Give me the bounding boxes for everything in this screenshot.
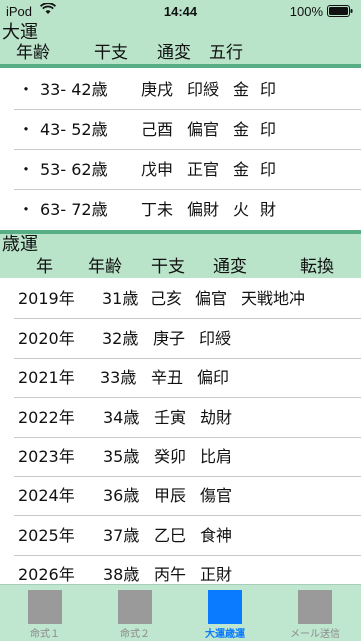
row-bullet: ・ xyxy=(18,160,35,179)
row-year: 2019年 xyxy=(18,289,75,308)
row-year: 2026年 xyxy=(18,565,75,584)
row-tsuhen: 食神 xyxy=(200,526,233,545)
daiun-col-tsuhen: 通変 xyxy=(157,43,191,63)
tab-label: 命式２ xyxy=(120,629,150,640)
saiun-row[interactable]: 2023年 35歳 癸卯 比肩 xyxy=(0,437,361,477)
row-bullet: ・ xyxy=(18,120,35,139)
tab-bar: 命式１ 命式２ 大運歳運 メール送信 xyxy=(0,584,361,641)
row-bullet: ・ xyxy=(18,200,35,219)
row-bullet: ・ xyxy=(18,80,35,99)
row-kanshi: 辛丑 xyxy=(151,368,184,387)
tab-meishiki-1[interactable]: 命式１ xyxy=(0,585,90,641)
saiun-row[interactable]: 2021年 33歳 辛丑 偏印 xyxy=(0,358,361,398)
row-gogyo1: 金 xyxy=(233,80,250,99)
row-gogyo2: 印 xyxy=(260,160,277,179)
row-age: 31歳 xyxy=(102,289,139,308)
row-gogyo2: 印 xyxy=(260,120,277,139)
row-tsuhen: 偏官 xyxy=(195,289,228,308)
mail-send-icon xyxy=(298,590,332,624)
row-age: 33- 42歳 xyxy=(40,80,108,99)
row-age: 53- 62歳 xyxy=(40,160,108,179)
row-kanshi: 癸卯 xyxy=(154,447,187,466)
saiun-col-tenkan: 転換 xyxy=(300,257,334,277)
battery-percent: 100% xyxy=(289,4,323,19)
row-tsuhen: 印綬 xyxy=(199,329,232,348)
row-year: 2020年 xyxy=(18,329,75,348)
row-year: 2023年 xyxy=(18,447,75,466)
daiun-col-kanshi: 干支 xyxy=(94,43,128,63)
row-tenkan: 天戦地冲 xyxy=(241,289,306,308)
saiun-row[interactable]: 2019年 31歳 己亥 偏官 天戦地冲 xyxy=(0,279,361,319)
saiun-col-tsuhen: 通変 xyxy=(213,257,247,277)
row-year: 2024年 xyxy=(18,486,75,505)
row-gogyo2: 財 xyxy=(260,200,277,219)
tab-label: メール送信 xyxy=(290,629,340,640)
row-tsuhen: 正官 xyxy=(187,160,220,179)
row-gogyo1: 金 xyxy=(233,160,250,179)
tab-meishiki-2[interactable]: 命式２ xyxy=(90,585,180,641)
tab-label: 命式１ xyxy=(30,629,60,640)
row-tsuhen: 偏官 xyxy=(187,120,220,139)
row-kanshi: 庚子 xyxy=(153,329,186,348)
row-tsuhen: 印綬 xyxy=(187,80,220,99)
row-kanshi: 壬寅 xyxy=(154,408,187,427)
row-age: 34歳 xyxy=(103,408,140,427)
meishiki-2-icon xyxy=(118,590,152,624)
daiun-row[interactable]: ・ 33- 42歳 庚戌 印綬 金 印 xyxy=(0,70,361,110)
row-kanshi: 己酉 xyxy=(141,120,174,139)
row-age: 43- 52歳 xyxy=(40,120,108,139)
row-kanshi: 庚戌 xyxy=(141,80,174,99)
row-age: 37歳 xyxy=(103,526,140,545)
saiun-col-kanshi: 干支 xyxy=(151,257,185,277)
row-year: 2025年 xyxy=(18,526,75,545)
saiun-row[interactable]: 2025年 37歳 乙巳 食神 xyxy=(0,516,361,556)
saiun-row[interactable]: 2020年 32歳 庚子 印綬 xyxy=(0,319,361,359)
row-kanshi: 乙巳 xyxy=(154,526,187,545)
daiun-saiun-icon xyxy=(208,590,242,624)
row-kanshi: 戊申 xyxy=(141,160,174,179)
daiun-row[interactable]: ・ 43- 52歳 己酉 偏官 金 印 xyxy=(0,110,361,150)
row-gogyo2: 印 xyxy=(260,80,277,99)
row-gogyo1: 火 xyxy=(233,200,250,219)
row-tsuhen: 傷官 xyxy=(200,486,233,505)
daiun-row[interactable]: ・ 63- 72歳 丁未 偏財 火 財 xyxy=(0,190,361,230)
row-tsuhen: 偏印 xyxy=(197,368,230,387)
row-tsuhen: 劫財 xyxy=(200,408,233,427)
battery-icon xyxy=(327,5,353,20)
row-age: 35歳 xyxy=(103,447,140,466)
row-year: 2022年 xyxy=(18,408,75,427)
meishiki-1-icon xyxy=(28,590,62,624)
row-kanshi: 丙午 xyxy=(154,565,187,584)
row-kanshi: 丁未 xyxy=(141,200,174,219)
row-kanshi: 甲辰 xyxy=(154,486,187,505)
daiun-title: 大運 xyxy=(2,22,38,43)
row-age: 38歳 xyxy=(103,565,140,584)
tab-daiun-saiun[interactable]: 大運歳運 xyxy=(180,585,270,641)
saiun-row[interactable]: 2022年 34歳 壬寅 劫財 xyxy=(0,398,361,438)
daiun-col-gogyo: 五行 xyxy=(209,43,243,63)
row-age: 63- 72歳 xyxy=(40,200,108,219)
row-age: 36歳 xyxy=(103,486,140,505)
saiun-header: 歳運 年 年齢 干支 通変 転換 xyxy=(0,234,361,278)
saiun-col-age: 年齢 xyxy=(88,257,122,277)
saiun-row[interactable]: 2024年 36歳 甲辰 傷官 xyxy=(0,476,361,516)
row-tsuhen: 比肩 xyxy=(200,447,233,466)
row-year: 2021年 xyxy=(18,368,75,387)
row-tsuhen: 正財 xyxy=(200,565,233,584)
daiun-divider xyxy=(0,64,361,68)
row-age: 33歳 xyxy=(100,368,137,387)
status-bar: iPod 14:44 100% xyxy=(0,0,361,22)
saiun-col-year: 年 xyxy=(36,257,53,277)
tab-mail-send[interactable]: メール送信 xyxy=(270,585,360,641)
row-tsuhen: 偏財 xyxy=(187,200,220,219)
row-gogyo1: 金 xyxy=(233,120,250,139)
row-age: 32歳 xyxy=(102,329,139,348)
daiun-header: 大運 年齢 干支 通変 五行 xyxy=(0,22,361,64)
daiun-row[interactable]: ・ 53- 62歳 戊申 正官 金 印 xyxy=(0,150,361,190)
row-kanshi: 己亥 xyxy=(150,289,183,308)
daiun-col-age: 年齢 xyxy=(16,43,50,63)
saiun-title: 歳運 xyxy=(2,234,38,255)
tab-label: 大運歳運 xyxy=(205,629,245,640)
